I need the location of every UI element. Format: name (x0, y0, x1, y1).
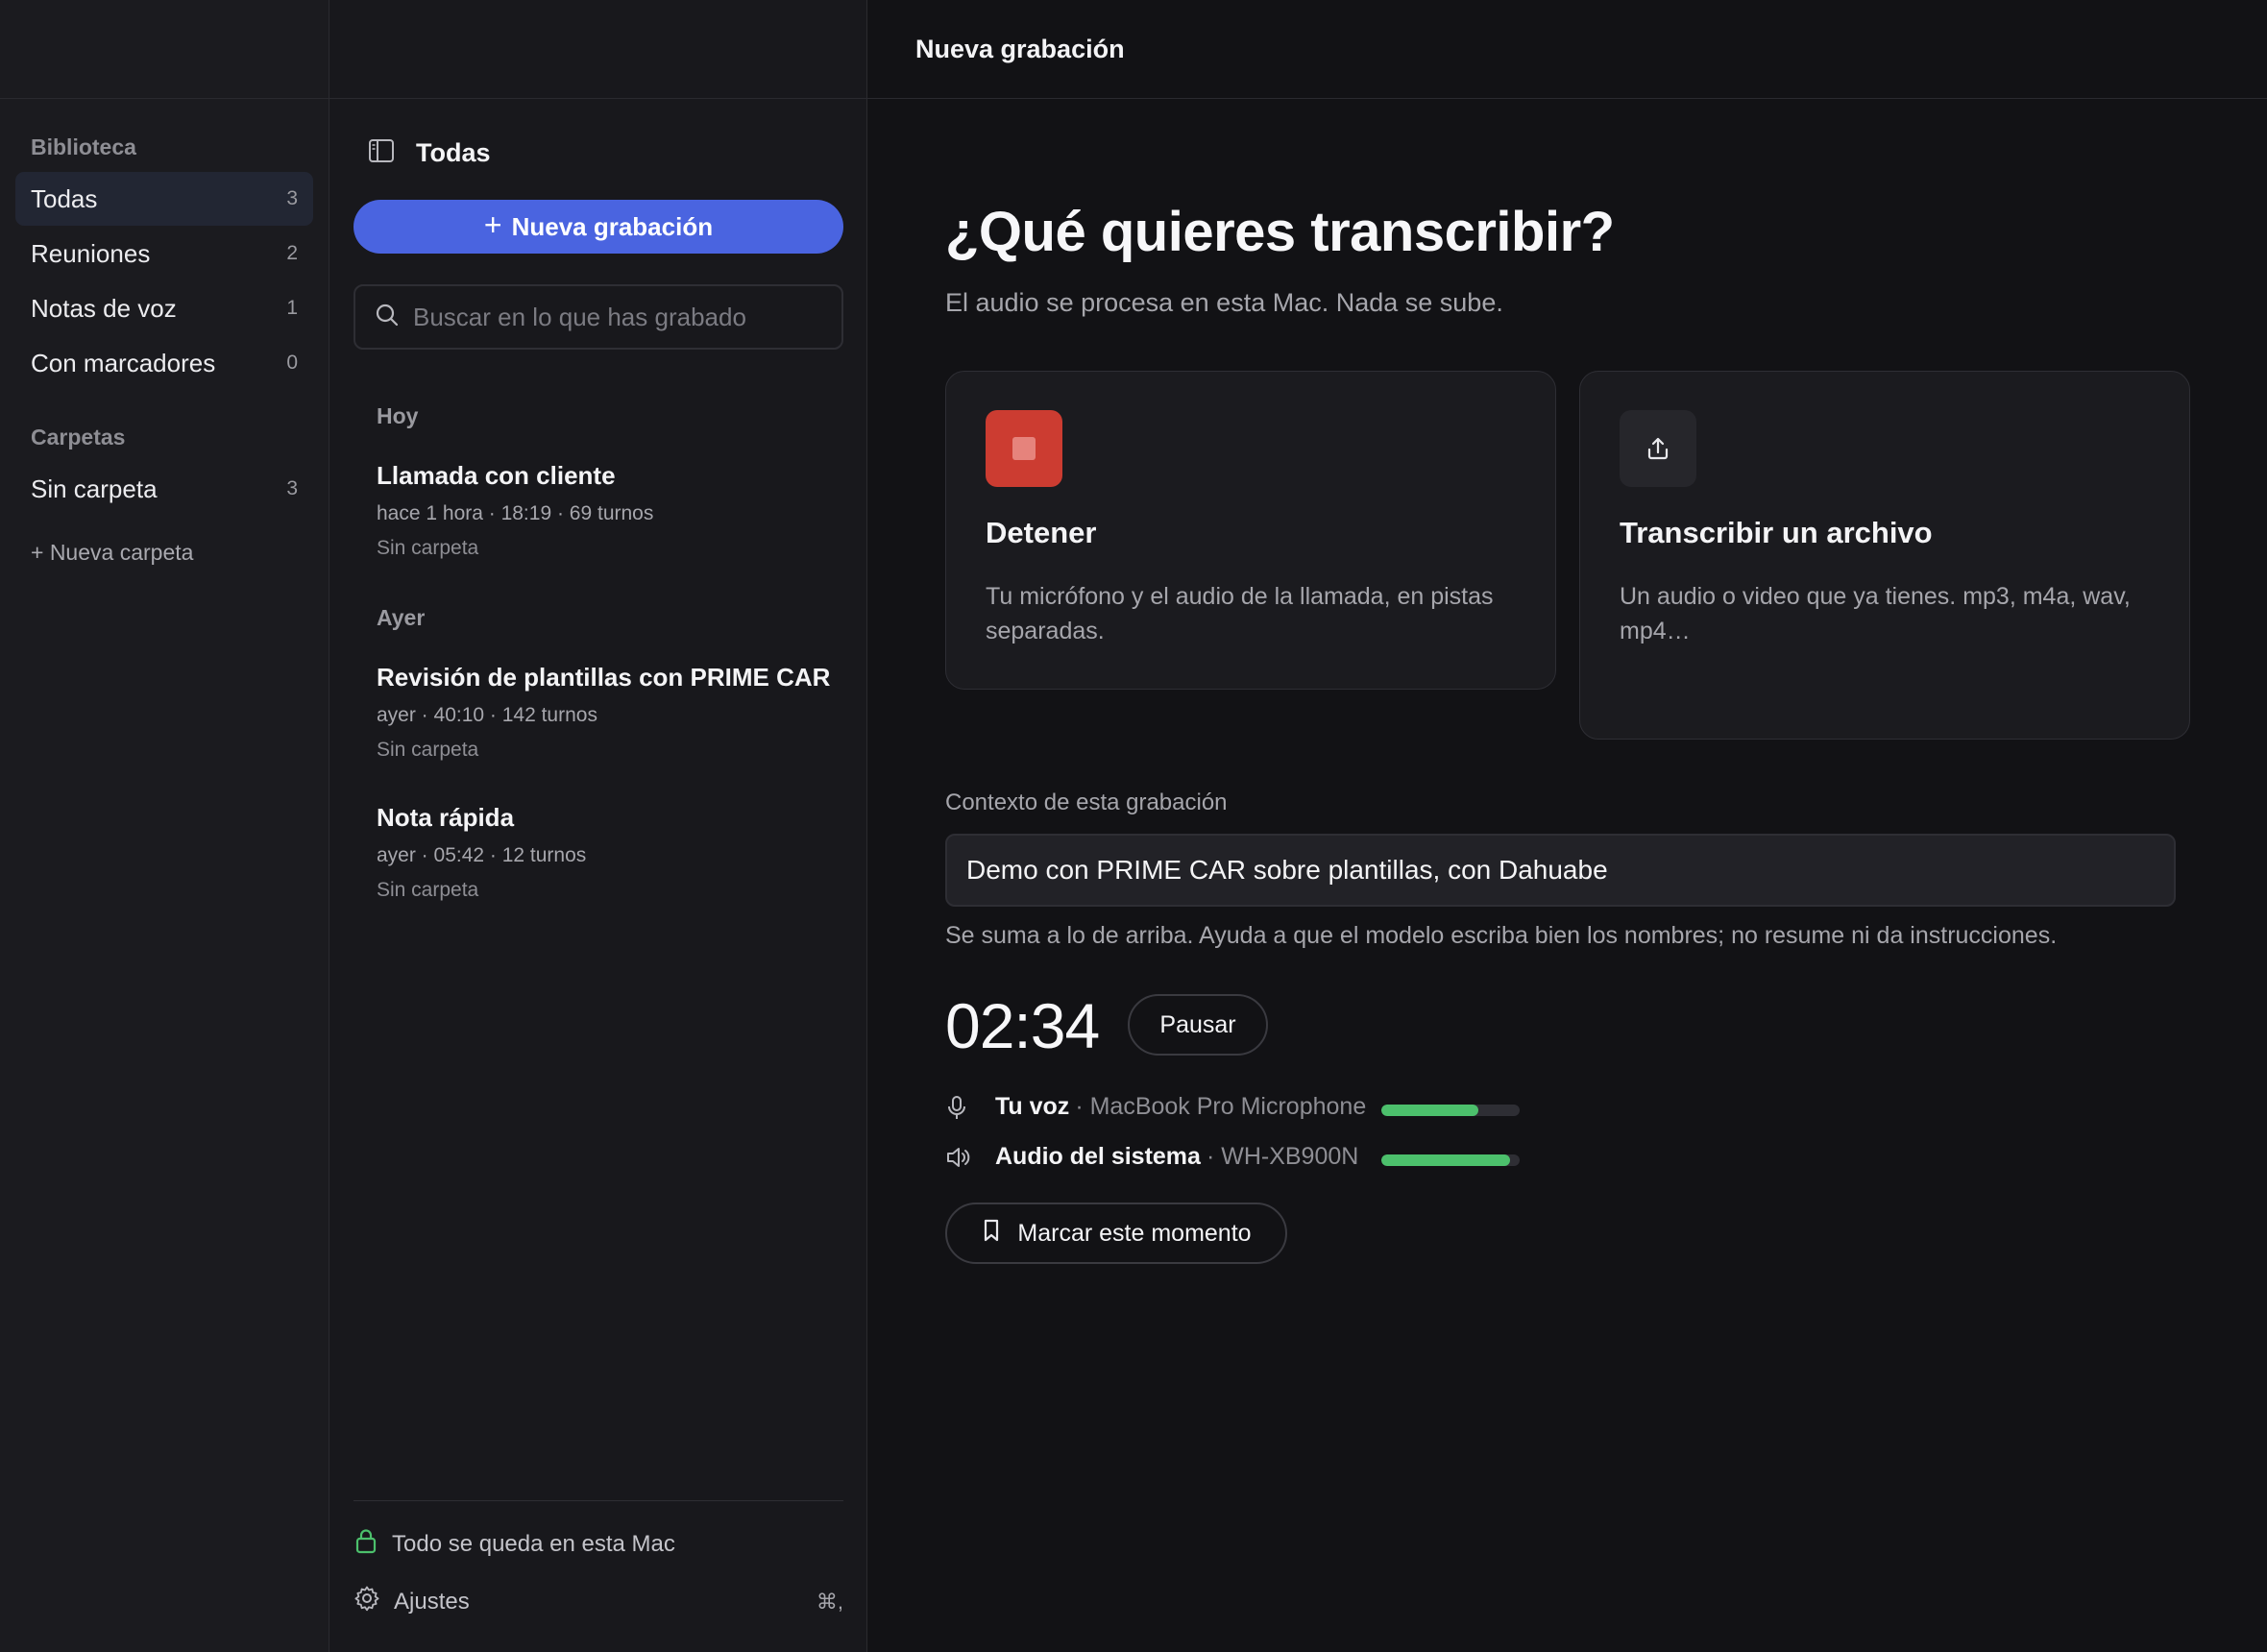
system-level-fill (1381, 1154, 1510, 1166)
sidebar-item-todas[interactable]: Todas 3 (15, 172, 313, 226)
sidebar-item-label: Sin carpeta (31, 474, 158, 503)
recording-title: Revisión de plantillas con PRIME CAR (377, 663, 831, 692)
new-folder-button[interactable]: + Nueva carpeta (31, 540, 193, 566)
context-label: Contexto de esta grabación (945, 790, 1228, 815)
sidebar-item-con-marcadores[interactable]: Con marcadores 0 (15, 336, 313, 390)
folders-section-title: Carpetas (31, 425, 126, 449)
sidebar-titlebar (0, 0, 329, 99)
microphone-icon (945, 1094, 972, 1121)
recordings-list-panel: Todas + Nueva grabación Buscar en lo que… (329, 0, 867, 1652)
search-icon (375, 303, 400, 332)
group-label-yesterday: Ayer (377, 605, 426, 630)
recording-title: Nota rápida (377, 803, 515, 832)
card-description: Tu micrófono y el audio de la llamada, e… (986, 583, 1494, 645)
recording-timer: 02:34 (945, 990, 1100, 1061)
speaker-icon (945, 1145, 972, 1170)
group-label-today: Hoy (377, 403, 419, 428)
system-level-meter (1381, 1154, 1520, 1166)
plus-icon: + (483, 207, 502, 242)
stop-recording-card[interactable]: Detener Tu micrófono y el audio de la ll… (945, 371, 1556, 690)
list-footer-divider (353, 1500, 843, 1501)
gear-icon (353, 1585, 380, 1618)
upload-icon (1620, 410, 1696, 487)
recording-title: Llamada con cliente (377, 461, 616, 490)
sidebar-item-label: Notas de voz (31, 293, 177, 323)
window-title: Nueva grabación (915, 34, 1125, 63)
sidebar-item-notas-de-voz[interactable]: Notas de voz 1 (15, 281, 313, 335)
search-input[interactable]: Buscar en lo que has grabado (353, 284, 843, 350)
context-input-value: Demo con PRIME CAR sobre plantillas, con… (966, 855, 1608, 885)
source-name: Audio del sistema (995, 1143, 1201, 1170)
recording-meta: ayer · 40:10 · 142 turnos (377, 704, 597, 726)
source-device: · WH-XB900N (1206, 1143, 1359, 1170)
recording-meta: hace 1 hora · 18:19 · 69 turnos (377, 502, 654, 524)
source-device: · MacBook Pro Microphone (1075, 1093, 1367, 1120)
settings-label: Ajustes (394, 1588, 470, 1615)
mic-level-fill (1381, 1105, 1478, 1116)
recording-folder: Sin carpeta (377, 739, 479, 761)
sidebar-item-count: 3 (286, 187, 298, 209)
card-description: Un audio o video que ya tienes. mp3, m4a… (1620, 583, 2131, 645)
sidebar-toggle-icon[interactable] (368, 138, 395, 168)
sidebar: Biblioteca Todas 3 Reuniones 2 Notas de … (0, 0, 329, 1652)
library-section-title: Biblioteca (31, 134, 136, 159)
card-title: Transcribir un archivo (1620, 516, 1933, 549)
page-title: ¿Qué quieres transcribir? (945, 201, 1615, 263)
privacy-note: Todo se queda en esta Mac (353, 1527, 843, 1561)
transcribe-file-card[interactable]: Transcribir un archivo Un audio o video … (1579, 371, 2190, 740)
mark-moment-label: Marcar este momento (1017, 1219, 1252, 1247)
main-titlebar: Nueva grabación (867, 0, 2267, 99)
source-name: Tu voz (995, 1093, 1070, 1120)
card-title: Detener (986, 516, 1097, 549)
pause-button[interactable]: Pausar (1128, 994, 1268, 1056)
list-title: Todas (416, 138, 491, 167)
context-input[interactable]: Demo con PRIME CAR sobre plantillas, con… (945, 834, 2176, 907)
bookmark-icon (981, 1218, 1002, 1250)
recording-folder: Sin carpeta (377, 879, 479, 901)
sidebar-item-reuniones[interactable]: Reuniones 2 (15, 227, 313, 280)
stop-icon (986, 410, 1062, 487)
context-help-text: Se suma a lo de arriba. Ayuda a que el m… (945, 922, 2058, 949)
sidebar-item-label: Con marcadores (31, 348, 216, 377)
sidebar-item-label: Todas (31, 183, 98, 213)
list-item[interactable]: Revisión de plantillas con PRIME CAR aye… (377, 663, 838, 762)
privacy-text: Todo se queda en esta Mac (392, 1530, 675, 1557)
sidebar-item-count: 1 (286, 297, 298, 319)
recording-folder: Sin carpeta (377, 537, 479, 559)
sidebar-item-count: 2 (286, 242, 298, 264)
sidebar-item-label: Reuniones (31, 238, 151, 268)
lock-icon (353, 1527, 378, 1561)
source-row-mic: Tu voz · MacBook Pro Microphone (945, 1093, 1366, 1121)
mark-moment-button[interactable]: Marcar este momento (945, 1203, 1287, 1264)
search-placeholder: Buscar en lo que has grabado (413, 302, 746, 331)
source-row-system: Audio del sistema · WH-XB900N (945, 1143, 1358, 1171)
list-titlebar (329, 0, 866, 99)
list-header: Todas (368, 138, 491, 168)
list-item[interactable]: Llamada con cliente hace 1 hora · 18:19 … (377, 461, 838, 560)
new-recording-button[interactable]: + Nueva grabación (353, 200, 843, 254)
sidebar-item-sin-carpeta[interactable]: Sin carpeta 3 (15, 462, 313, 516)
new-recording-label: Nueva grabación (511, 211, 714, 241)
sidebar-item-count: 3 (286, 477, 298, 499)
page-subtitle: El audio se procesa en esta Mac. Nada se… (945, 288, 1503, 317)
main-panel: Nueva grabación ¿Qué quieres transcribir… (867, 0, 2267, 1652)
sidebar-item-count: 0 (286, 352, 298, 374)
settings-button[interactable]: Ajustes ⌘, (353, 1585, 843, 1618)
recording-meta: ayer · 05:42 · 12 turnos (377, 844, 587, 866)
list-item[interactable]: Nota rápida ayer · 05:42 · 12 turnos Sin… (377, 803, 838, 902)
settings-shortcut: ⌘, (816, 1589, 843, 1614)
mic-level-meter (1381, 1105, 1520, 1116)
